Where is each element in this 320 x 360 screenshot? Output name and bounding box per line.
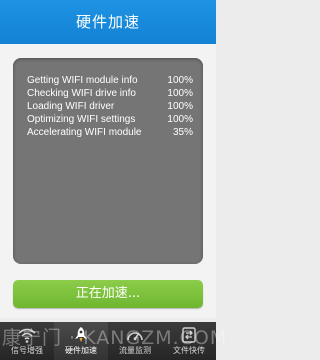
tab-label: 硬件加速 [65, 346, 97, 355]
log-message: Accelerating WIFI module [27, 127, 142, 138]
log-message: Optimizing WIFI settings [27, 114, 136, 125]
tab-label: 文件快传 [173, 346, 205, 355]
log-message: Loading WIFI driver [27, 101, 115, 112]
tab-signal-boost[interactable]: 信号增强 [0, 322, 54, 360]
log-percent: 100% [167, 114, 193, 125]
accelerating-button[interactable]: 正在加速... [13, 280, 203, 308]
transfer-icon [182, 327, 196, 343]
log-percent: 100% [167, 101, 193, 112]
tab-label: 信号增强 [11, 346, 43, 355]
tab-hardware-acceleration[interactable]: 硬件加速 [54, 322, 108, 360]
gauge-icon [127, 332, 143, 341]
log-percent: 100% [167, 75, 193, 86]
accelerating-button-label: 正在加速... [75, 286, 141, 301]
acceleration-log-panel: Getting WIFI module info 100% Checking W… [13, 58, 203, 264]
log-percent: 100% [167, 88, 193, 99]
tab-traffic-monitor[interactable]: 流量监测 [108, 322, 162, 360]
page-title: 硬件加速 [75, 13, 140, 31]
bottom-tab-bar: 信号增强 硬件加速 流量监测 文件快传 [0, 322, 216, 360]
log-percent: 35% [172, 127, 193, 138]
wifi-icon [18, 328, 36, 343]
rocket-icon [75, 327, 87, 342]
page-title-bar: 硬件加速 [0, 0, 216, 44]
log-message: Getting WIFI module info [27, 75, 138, 86]
tab-label: 流量监测 [119, 346, 151, 355]
log-message: Checking WIFI drive info [27, 88, 136, 99]
tab-file-transfer[interactable]: 文件快传 [162, 322, 216, 360]
